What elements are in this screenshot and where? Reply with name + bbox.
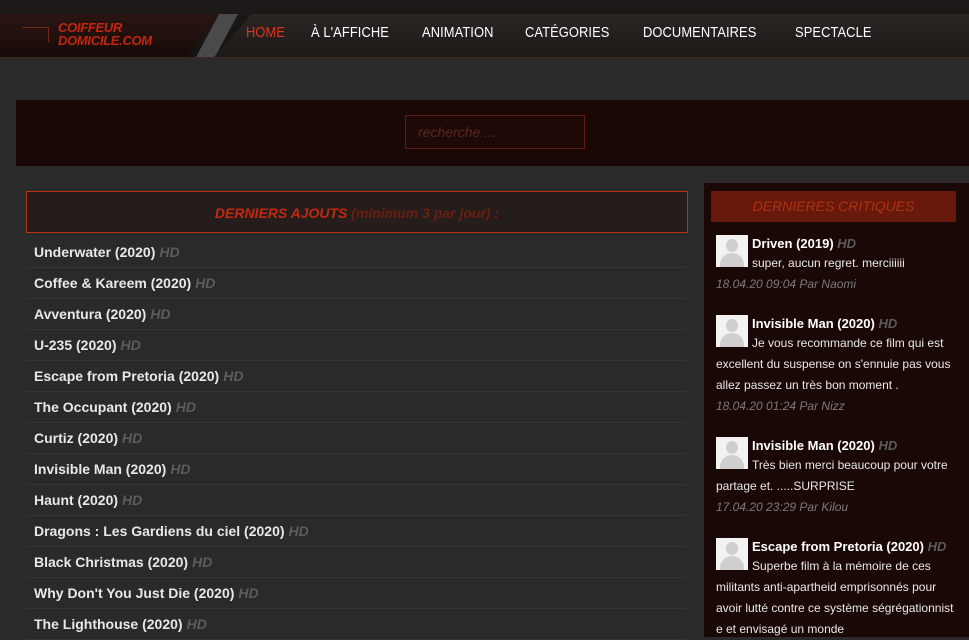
nav-a-l-affiche[interactable]: À L'AFFICHE (311, 24, 389, 41)
review-text: Je vous recommande ce film qui est excel… (716, 336, 951, 392)
movie-title[interactable]: The Occupant (2020) (34, 399, 172, 415)
list-item[interactable]: Coffee & Kareem (2020) HD (26, 268, 687, 299)
nav-documentaires[interactable]: DOCUMENTAIRES (643, 24, 756, 41)
hd-badge: HD (238, 585, 259, 601)
hd-badge: HD (878, 438, 898, 453)
hd-badge: HD (186, 616, 207, 632)
list-item[interactable]: Why Don't You Just Die (2020) HD (26, 578, 687, 609)
review-item: Escape from Pretoria (2020) HD Superbe f… (716, 538, 956, 640)
review-movie-title[interactable]: Invisible Man (2020) (752, 438, 875, 453)
movie-title[interactable]: Invisible Man (2020) (34, 461, 166, 477)
movie-title[interactable]: Why Don't You Just Die (2020) (34, 585, 234, 601)
review-meta: 17.04.20 23:29 Par Kilou (716, 500, 849, 514)
list-item[interactable]: The Occupant (2020) HD (26, 392, 687, 423)
list-item[interactable]: The Lighthouse (2020) HD (26, 609, 687, 640)
movie-title[interactable]: Curtiz (2020) (34, 430, 118, 446)
review-meta: 18.04.20 01:24 Par Nizz (716, 399, 845, 413)
latest-additions-header: DERNIERS AJOUTS (minimum 3 par jour) : (26, 191, 688, 233)
movie-title[interactable]: Underwater (2020) (34, 244, 155, 260)
review-text: Superbe film à la mémoire de ces militan… (716, 559, 954, 636)
movie-title[interactable]: Avventura (2020) (34, 306, 146, 322)
main-nav: HOME À L'AFFICHE ANIMATION CATÉGORIES DO… (246, 24, 904, 41)
nav-home[interactable]: HOME (246, 24, 285, 41)
movie-title[interactable]: Haunt (2020) (34, 492, 118, 508)
review-text: Très bien merci beaucoup pour votre part… (716, 458, 948, 493)
review-movie-title[interactable]: Driven (2019) (752, 236, 834, 251)
latest-reviews-sidebar: DERNIERES CRITIQUES Driven (2019) HD sup… (704, 183, 969, 637)
nav-spectacle[interactable]: SPECTACLE (795, 24, 872, 41)
list-item[interactable]: Underwater (2020) HD (26, 237, 687, 268)
user-avatar-icon (716, 437, 748, 469)
hd-badge: HD (122, 492, 143, 508)
search-band (16, 100, 969, 166)
hd-badge: HD (170, 461, 191, 477)
hd-badge: HD (175, 399, 196, 415)
list-item[interactable]: Dragons : Les Gardiens du ciel (2020) HD (26, 516, 687, 547)
list-item[interactable]: U-235 (2020) HD (26, 330, 687, 361)
user-avatar-icon (716, 538, 748, 570)
header-title: DERNIERS AJOUTS (214, 205, 348, 221)
hd-badge: HD (195, 275, 216, 291)
logo-icon (22, 27, 49, 42)
top-navbar: COIFFEUR DOMICILE.COM HOME À L'AFFICHE A… (0, 0, 969, 58)
hd-badge: HD (120, 337, 141, 353)
hd-badge: HD (159, 244, 180, 260)
hd-badge: HD (192, 554, 213, 570)
list-item[interactable]: Avventura (2020) HD (26, 299, 687, 330)
latest-additions-panel: DERNIERS AJOUTS (minimum 3 par jour) : U… (16, 166, 704, 640)
movie-title[interactable]: Escape from Pretoria (2020) (34, 368, 219, 384)
list-item[interactable]: Curtiz (2020) HD (26, 423, 687, 454)
review-movie-title[interactable]: Escape from Pretoria (2020) (752, 539, 924, 554)
review-item: Invisible Man (2020) HD Je vous recomman… (716, 315, 956, 417)
list-item[interactable]: Black Christmas (2020) HD (26, 547, 687, 578)
movie-title[interactable]: Coffee & Kareem (2020) (34, 275, 191, 291)
logo-line-2: DOMICILE.COM (58, 33, 152, 48)
movie-title[interactable]: U-235 (2020) (34, 337, 117, 353)
hd-badge: HD (150, 306, 171, 322)
review-movie-title[interactable]: Invisible Man (2020) (752, 316, 875, 331)
review-item: Invisible Man (2020) HD Très bien merci … (716, 437, 956, 518)
movie-title[interactable]: The Lighthouse (2020) (34, 616, 183, 632)
header-note: (minimum 3 par jour) : (351, 205, 500, 221)
hd-badge: HD (927, 539, 947, 554)
user-avatar-icon (716, 235, 748, 267)
list-item[interactable]: Escape from Pretoria (2020) HD (26, 361, 687, 392)
review-meta: 18.04.20 09:04 Par Naomi (716, 277, 857, 291)
hd-badge: HD (837, 236, 857, 251)
hd-badge: HD (223, 368, 244, 384)
hd-badge: HD (878, 316, 898, 331)
nav-animation[interactable]: ANIMATION (422, 24, 493, 41)
list-item[interactable]: Invisible Man (2020) HD (26, 454, 687, 485)
nav-categories[interactable]: CATÉGORIES (525, 24, 609, 41)
latest-reviews-header: DERNIERES CRITIQUES (711, 191, 956, 222)
movie-title[interactable]: Black Christmas (2020) (34, 554, 188, 570)
movie-title[interactable]: Dragons : Les Gardiens du ciel (2020) (34, 523, 285, 539)
user-avatar-icon (716, 315, 748, 347)
movie-list: Underwater (2020) HD Coffee & Kareem (202… (26, 237, 687, 640)
review-item: Driven (2019) HD super, aucun regret. me… (716, 235, 956, 295)
review-text: super, aucun regret. merciiiiii (752, 256, 905, 270)
hd-badge: HD (288, 523, 309, 539)
list-item[interactable]: Haunt (2020) HD (26, 485, 687, 516)
search-input[interactable] (405, 115, 585, 149)
hd-badge: HD (122, 430, 143, 446)
logo-text[interactable]: COIFFEUR DOMICILE.COM (58, 21, 152, 47)
